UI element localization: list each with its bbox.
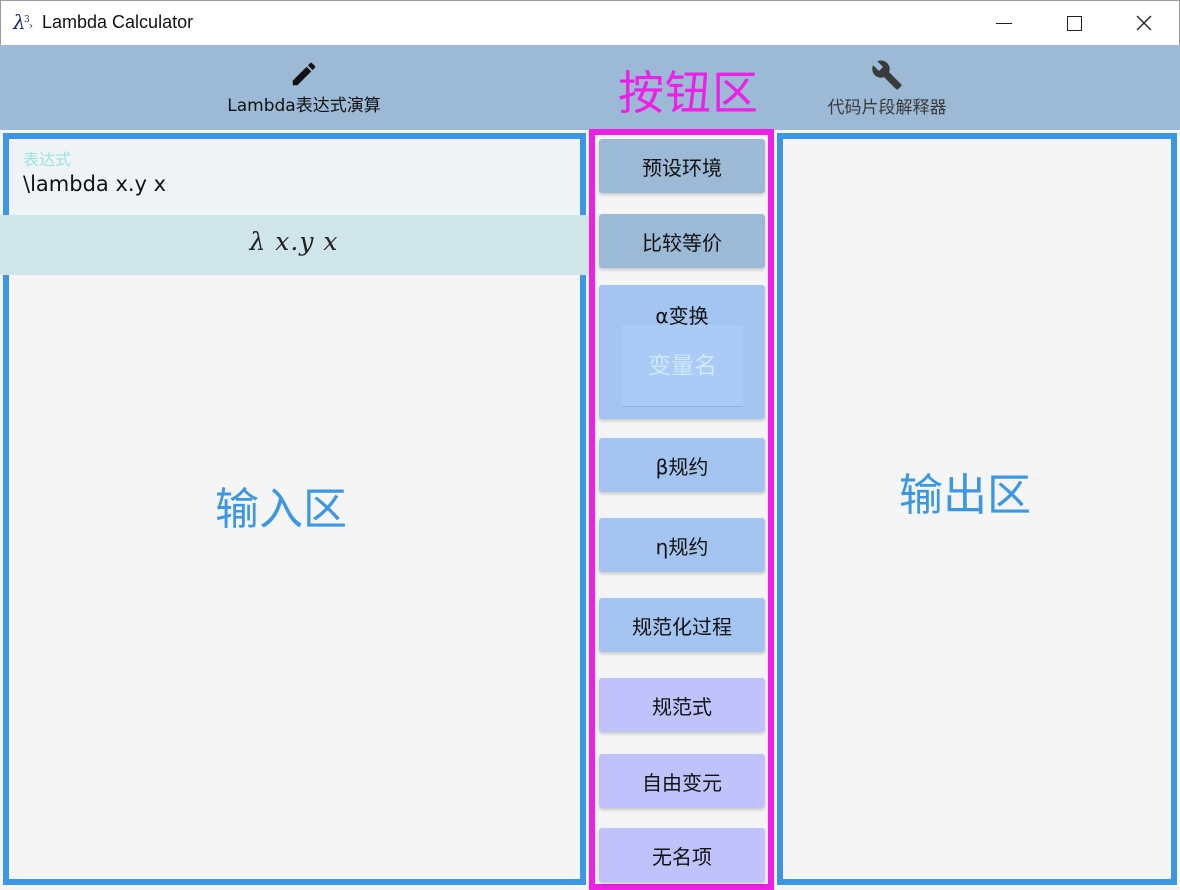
input-area: 表达式 \lambda x.y x λ x.y x 输入区 [0, 133, 588, 885]
button-area: 预设环境 比较等价 α变换 β规约 η规约 规范化过程 规范式 自由变元 无名项 [589, 129, 774, 890]
tab-code-interpreter[interactable]: 代码片段解释器 [806, 59, 968, 118]
close-icon [1136, 15, 1152, 31]
alpha-conversion-panel: α变换 [599, 285, 765, 419]
eta-reduction-button[interactable]: η规约 [599, 518, 765, 572]
lambda-app-icon: λ 3 › [13, 10, 33, 34]
pencil-icon [292, 62, 316, 86]
input-area-label: 输入区 [215, 484, 347, 535]
minimize-icon [996, 22, 1012, 24]
compare-equivalence-button[interactable]: 比较等价 [599, 214, 765, 268]
variable-name-input[interactable] [622, 325, 743, 407]
output-area-label: 输出区 [899, 470, 1031, 521]
wrench-icon [872, 60, 902, 90]
normal-form-button[interactable]: 规范式 [599, 678, 765, 732]
normalization-process-button[interactable]: 规范化过程 [599, 598, 765, 652]
rendered-expression: λ x.y x [249, 227, 339, 256]
title-bar: λ 3 › Lambda Calculator [0, 0, 1180, 45]
beta-reduction-button[interactable]: β规约 [599, 438, 765, 492]
tab-lambda-calculus[interactable]: Lambda表达式演算 [206, 59, 402, 116]
maximize-icon [1066, 15, 1082, 31]
free-variables-button[interactable]: 自由变元 [599, 754, 765, 808]
minimize-button[interactable] [981, 1, 1027, 45]
expression-input-caption: 表达式 [23, 150, 72, 169]
nameless-term-button[interactable]: 无名项 [599, 828, 765, 882]
rendered-expression-row: λ x.y x [0, 215, 588, 275]
button-area-label: 按钮区 [618, 66, 759, 120]
tab-lambda-calculus-label: Lambda表达式演算 [227, 96, 381, 116]
preset-environment-button[interactable]: 预设环境 [599, 139, 765, 193]
expression-input[interactable]: 表达式 \lambda x.y x [9, 139, 580, 215]
window-title: Lambda Calculator [42, 12, 194, 32]
close-button[interactable] [1121, 1, 1167, 45]
tab-code-interpreter-label: 代码片段解释器 [827, 98, 947, 118]
maximize-button[interactable] [1051, 1, 1097, 45]
output-area: 输出区 [777, 133, 1177, 885]
expression-input-value[interactable]: \lambda x.y x [23, 172, 166, 196]
toolbar: Lambda表达式演算 按钮区 代码片段解释器 [0, 45, 1180, 130]
